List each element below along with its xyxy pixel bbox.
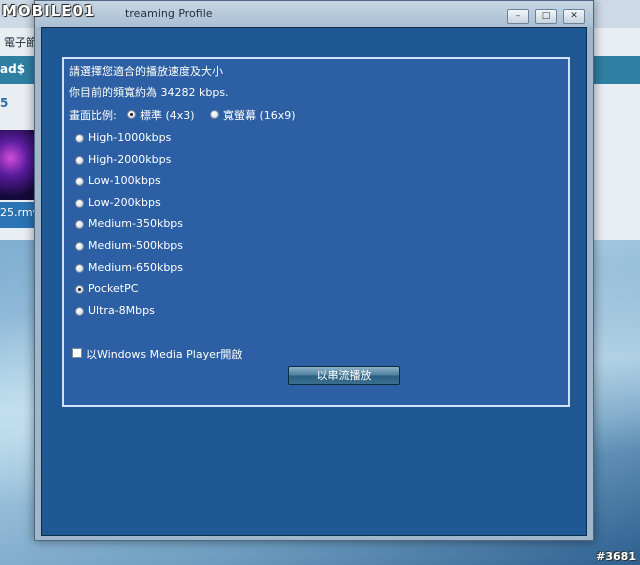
profile-label-high-2000[interactable]: High-2000kbps <box>88 153 171 166</box>
watermark-logo: MOBILE01 <box>2 2 96 20</box>
profile-radio-high-2000[interactable] <box>75 156 84 165</box>
watermark-tag: #3681 <box>596 550 636 563</box>
profile-panel: 請選擇您適合的播放速度及大小 你目前的頻寬約為 34282 kbps. 畫面比例… <box>62 57 570 407</box>
profile-radio-low-100[interactable] <box>75 177 84 186</box>
profile-label-medium-500[interactable]: Medium-500kbps <box>88 239 183 252</box>
background-app-number: 5 <box>0 96 9 110</box>
maximize-button[interactable]: □ <box>535 9 557 24</box>
aspect-16x9-label[interactable]: 寬螢幕 (16x9) <box>223 107 296 123</box>
profile-label-low-200[interactable]: Low-200kbps <box>88 196 161 209</box>
window-title: treaming Profile <box>125 7 213 20</box>
profile-label-medium-350[interactable]: Medium-350kbps <box>88 217 183 230</box>
aspect-4x3-label[interactable]: 標準 (4x3) <box>140 107 195 123</box>
background-app-text: 電子節 <box>4 36 37 49</box>
profile-radio-low-200[interactable] <box>75 199 84 208</box>
profile-label-medium-650[interactable]: Medium-650kbps <box>88 261 183 274</box>
prompt-text: 請選擇您適合的播放速度及大小 <box>69 65 223 78</box>
profile-label-pocketpc[interactable]: PocketPC <box>88 282 138 295</box>
aspect-16x9-radio[interactable] <box>210 110 219 119</box>
background-app-bar-text: ad$ <box>0 62 26 76</box>
window-client-area: 請選擇您適合的播放速度及大小 你目前的頻寬約為 34282 kbps. 畫面比例… <box>41 27 587 536</box>
bandwidth-text: 你目前的頻寬約為 34282 kbps. <box>69 86 229 99</box>
minimize-button[interactable]: – <box>507 9 529 24</box>
profile-radio-pocketpc[interactable] <box>75 285 84 294</box>
aspect-4x3-radio[interactable] <box>127 110 136 119</box>
title-bar[interactable]: treaming Profile – □ ✕ <box>35 1 593 27</box>
close-button[interactable]: ✕ <box>563 9 585 24</box>
streaming-profile-window: treaming Profile – □ ✕ 請選擇您適合的播放速度及大小 你目… <box>34 0 594 541</box>
background-video-thumbnail[interactable] <box>0 130 36 200</box>
profile-label-high-1000[interactable]: High-1000kbps <box>88 131 171 144</box>
wmp-checkbox-label[interactable]: 以Windows Media Player開啟 <box>86 346 242 362</box>
profile-radio-ultra-8mbps[interactable] <box>75 307 84 316</box>
profile-radio-medium-650[interactable] <box>75 264 84 273</box>
profile-label-low-100[interactable]: Low-100kbps <box>88 174 161 187</box>
stream-play-button[interactable]: 以串流播放 <box>288 366 400 385</box>
profile-radio-medium-350[interactable] <box>75 220 84 229</box>
profile-radio-high-1000[interactable] <box>75 134 84 143</box>
wmp-checkbox[interactable] <box>72 348 82 358</box>
profile-label-ultra-8mbps[interactable]: Ultra-8Mbps <box>88 304 155 317</box>
aspect-ratio-label: 畫面比例: <box>69 109 117 122</box>
profile-radio-medium-500[interactable] <box>75 242 84 251</box>
